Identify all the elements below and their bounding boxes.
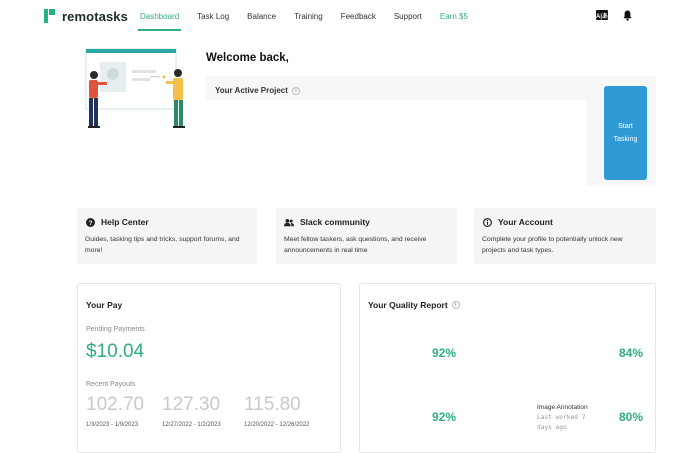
your-account-card[interactable]: Your Account Complete your profile to po… xyxy=(474,208,656,264)
users-icon xyxy=(284,217,294,227)
svg-text:?: ? xyxy=(88,219,92,226)
language-icon[interactable]: A|あ xyxy=(596,10,608,20)
nav-dashboard[interactable]: Dashboard xyxy=(137,0,182,32)
question-circle-icon: ? xyxy=(85,217,95,227)
slack-community-desc: Meet fellow taskers, ask questions, and … xyxy=(284,236,427,254)
payout-item: 102.70 1/3/2023 - 1/9/2023 xyxy=(86,394,144,428)
quality-percent: 84% xyxy=(619,346,644,360)
nav-balance[interactable]: Balance xyxy=(247,0,276,32)
active-project-label: Your Active Project xyxy=(215,86,288,95)
payout-item: 115.80 12/20/2022 - 12/26/2022 xyxy=(244,394,309,428)
nav-task-log[interactable]: Task Log xyxy=(197,0,229,32)
quality-percent: 92% xyxy=(432,346,457,360)
payout-amount: 102.70 xyxy=(86,394,145,415)
active-project-panel: Your Active Project i Start Tasking xyxy=(206,76,656,186)
task-last-worked: Last worked 7 xyxy=(537,414,586,421)
welcome-illustration xyxy=(80,48,192,134)
top-nav: remotasks Dashboard Task Log Balance Tra… xyxy=(0,0,700,32)
active-project-content xyxy=(206,100,586,186)
slack-community-title: Slack community xyxy=(300,217,370,227)
help-center-title: Help Center xyxy=(101,217,149,227)
nav-support[interactable]: Support xyxy=(394,0,422,32)
recent-payouts-label: Recent Payouts xyxy=(86,381,136,388)
payout-range: 12/20/2022 - 12/26/2022 xyxy=(244,422,310,428)
help-center-card[interactable]: ? Help Center Guides, tasking tips and t… xyxy=(77,208,257,264)
quality-report-heading: Your Quality Report i xyxy=(368,300,460,310)
payout-item: 127.30 12/27/2022 - 1/2/2023 xyxy=(162,394,221,428)
quality-percent: 92% xyxy=(432,410,457,424)
info-circle-icon xyxy=(482,217,492,227)
payout-range: 1/3/2023 - 1/9/2023 xyxy=(86,422,139,428)
task-info: Image Annotation Last worked 7 days ago xyxy=(537,403,588,433)
payout-amount: 115.80 xyxy=(244,394,301,415)
task-last-worked-suffix: days ago xyxy=(537,424,567,431)
your-account-title: Your Account xyxy=(498,217,553,227)
your-pay-panel: Your Pay Pending Payments $10.04 Recent … xyxy=(77,283,341,453)
info-icon[interactable]: i xyxy=(451,301,460,309)
active-project-heading: Your Active Project i xyxy=(215,86,300,95)
your-pay-title: Your Pay xyxy=(86,300,123,310)
payout-range: 12/27/2022 - 1/2/2023 xyxy=(162,422,221,428)
payout-amount: 127.30 xyxy=(162,394,221,415)
info-icon[interactable]: i xyxy=(291,86,300,95)
help-center-desc: Guides, tasking tips and tricks, support… xyxy=(85,236,240,254)
nav-earn[interactable]: Earn $5 xyxy=(440,0,468,32)
quality-report-title: Your Quality Report xyxy=(368,300,448,310)
nav-feedback[interactable]: Feedback xyxy=(341,0,376,32)
nav-links: Dashboard Task Log Balance Training Feed… xyxy=(137,0,486,32)
quality-report-panel: Your Quality Report i 92% 84% 92% Image … xyxy=(359,283,656,453)
pending-payments-amount: $10.04 xyxy=(86,341,145,362)
slack-community-card[interactable]: Slack community Meet fellow taskers, ask… xyxy=(276,208,457,264)
task-name: Image Annotation xyxy=(537,404,588,411)
bell-icon[interactable] xyxy=(622,9,632,21)
start-button-line1: Start xyxy=(618,123,633,130)
brand-logo[interactable]: remotasks xyxy=(44,8,128,24)
nav-training[interactable]: Training xyxy=(294,0,323,32)
start-tasking-button[interactable]: Start Tasking xyxy=(604,86,647,180)
remotasks-logo-icon xyxy=(44,9,56,23)
your-account-desc: Complete your profile to potentially unl… xyxy=(482,236,623,254)
start-button-line2: Tasking xyxy=(613,136,638,143)
pending-payments-label: Pending Payments xyxy=(86,326,145,333)
welcome-title: Welcome back, xyxy=(206,52,289,64)
quality-percent: 80% xyxy=(619,410,644,424)
brand-name: remotasks xyxy=(62,8,128,24)
